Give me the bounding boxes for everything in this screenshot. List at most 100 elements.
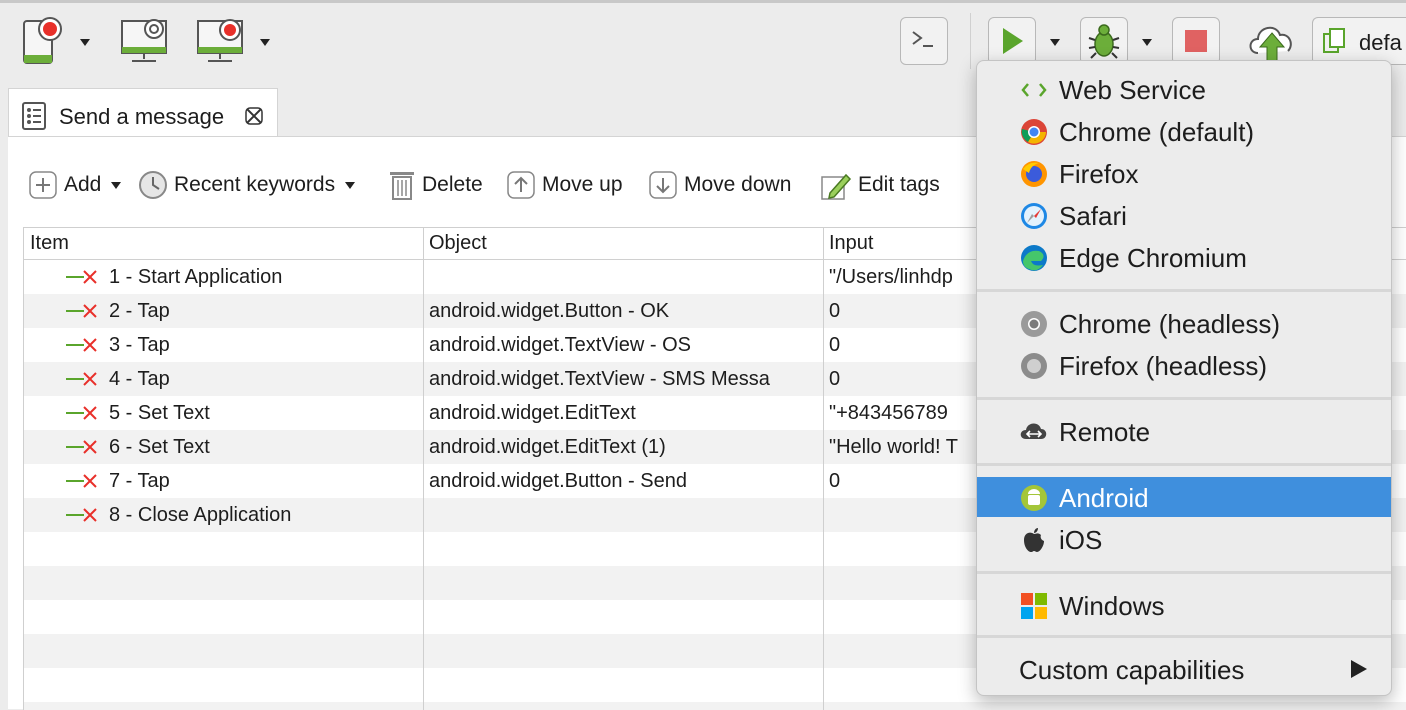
chevron-down-icon — [345, 181, 356, 189]
run-button[interactable] — [988, 17, 1036, 65]
step-item: 8 - Close Application — [109, 504, 292, 526]
menu-item-label: Chrome (default) — [1059, 117, 1255, 147]
run-dropdown[interactable] — [1050, 39, 1060, 46]
record-web-icon[interactable] — [196, 17, 246, 65]
column-divider — [423, 228, 424, 710]
move-up-button[interactable]: Move up — [506, 167, 623, 203]
step-input: 0 — [829, 470, 841, 492]
menu-item-edge-chromium[interactable]: Edge Chromium — [977, 237, 1391, 277]
delete-button[interactable]: Delete — [388, 167, 483, 203]
arrow-up-icon — [507, 171, 535, 199]
step-item: 6 - Set Text — [109, 436, 210, 458]
edge-icon — [1021, 245, 1047, 271]
menu-item-chrome-headless[interactable]: Chrome (headless) — [977, 303, 1391, 343]
step-input: "+843456789 — [829, 402, 948, 424]
recent-keywords-label: Recent keywords — [174, 173, 336, 196]
debug-icon — [1088, 24, 1120, 59]
edit-tags-button[interactable]: Edit tags — [820, 167, 940, 203]
menu-item-firefox-headless[interactable]: Firefox (headless) — [977, 345, 1391, 385]
move-up-label: Move up — [542, 173, 623, 196]
add-icon — [29, 171, 57, 199]
android-icon — [1021, 485, 1047, 511]
menu-item-custom-capabilities[interactable]: Custom capabilities — [977, 649, 1391, 689]
step-item: 2 - Tap — [109, 300, 170, 322]
copy-icon — [1323, 28, 1345, 53]
chrome-icon — [1021, 119, 1047, 145]
menu-separator — [977, 463, 1391, 466]
keyword-step-icon — [66, 304, 97, 318]
step-object: android.widget.EditText — [429, 402, 636, 424]
edit-tags-icon — [821, 173, 852, 200]
run-target-menu: Web Service Chrome (default) Firefox Safari… — [976, 60, 1392, 696]
spy-web-icon[interactable] — [120, 17, 170, 65]
step-input: 0 — [829, 334, 841, 356]
menu-item-label: iOS — [1059, 525, 1103, 555]
column-header-input[interactable]: Input — [829, 232, 873, 255]
firefox-headless-icon — [1021, 353, 1047, 379]
step-object: android.widget.TextView - OS — [429, 334, 691, 356]
run-config-label: defa — [1359, 30, 1402, 55]
delete-label: Delete — [422, 173, 483, 196]
stop-button[interactable] — [1172, 17, 1220, 65]
step-object: android.widget.Button - Send — [429, 470, 687, 492]
console-button[interactable] — [900, 17, 948, 65]
step-item: 1 - Start Application — [109, 266, 283, 288]
keyword-step-icon — [66, 372, 97, 386]
record-web-dropdown[interactable] — [260, 39, 270, 46]
add-label: Add — [64, 173, 102, 196]
debug-dropdown[interactable] — [1142, 39, 1152, 46]
safari-icon — [1021, 203, 1047, 229]
step-input: 0 — [829, 300, 841, 322]
step-item: 3 - Tap — [109, 334, 170, 356]
step-input: "/Users/linhdp — [829, 266, 953, 288]
menu-item-android[interactable]: Android — [977, 477, 1391, 517]
run-config-combo[interactable]: defa — [1312, 17, 1406, 65]
tab-title: Send a message — [59, 104, 225, 129]
keyword-step-icon — [66, 338, 97, 352]
menu-item-remote[interactable]: Remote — [977, 411, 1391, 451]
keyword-step-icon — [66, 406, 97, 420]
menu-item-label: Custom capabilities — [1019, 655, 1245, 685]
step-object: android.widget.Button - OK — [429, 300, 670, 322]
keyword-step-icon — [66, 270, 97, 284]
menu-separator — [977, 289, 1391, 292]
table-row — [24, 702, 1406, 710]
column-header-object[interactable]: Object — [429, 232, 487, 255]
column-header-item[interactable]: Item — [30, 232, 69, 255]
menu-item-label: Remote — [1059, 417, 1151, 447]
menu-item-chrome-default[interactable]: Chrome (default) — [977, 111, 1391, 151]
menu-item-safari[interactable]: Safari — [977, 195, 1391, 235]
menu-item-label: Safari — [1059, 201, 1127, 231]
column-divider — [823, 228, 824, 710]
remote-icon — [1020, 423, 1047, 439]
record-mobile-dropdown[interactable] — [80, 39, 90, 46]
menu-separator — [977, 635, 1391, 638]
menu-item-ios[interactable]: iOS — [977, 519, 1391, 559]
close-tab-icon[interactable] — [243, 105, 265, 127]
keyword-step-icon — [66, 474, 97, 488]
test-case-icon — [22, 102, 46, 130]
move-down-button[interactable]: Move down — [648, 167, 791, 203]
console-icon — [912, 31, 933, 47]
step-object: android.widget.EditText (1) — [429, 436, 666, 458]
trash-icon — [390, 172, 414, 200]
menu-item-windows[interactable]: Windows — [977, 585, 1391, 625]
step-item: 4 - Tap — [109, 368, 170, 390]
step-item: 5 - Set Text — [109, 402, 210, 424]
debug-button[interactable] — [1080, 17, 1128, 65]
menu-item-web-service[interactable]: Web Service — [977, 69, 1391, 109]
keyword-step-icon — [66, 440, 97, 454]
apple-icon — [1024, 528, 1044, 552]
menu-item-label: Windows — [1059, 591, 1165, 621]
web-service-icon — [1021, 83, 1047, 97]
chrome-headless-icon — [1021, 311, 1047, 337]
recent-keywords-button[interactable]: Recent keywords — [138, 167, 356, 203]
move-down-label: Move down — [684, 173, 792, 196]
add-button[interactable]: Add — [28, 167, 122, 203]
menu-item-firefox[interactable]: Firefox — [977, 153, 1391, 193]
tab-send-a-message[interactable]: Send a message — [8, 88, 278, 138]
submenu-arrow-icon — [1351, 660, 1367, 678]
step-item: 7 - Tap — [109, 470, 170, 492]
edit-tags-label: Edit tags — [858, 173, 940, 196]
record-mobile-icon[interactable] — [22, 15, 68, 65]
